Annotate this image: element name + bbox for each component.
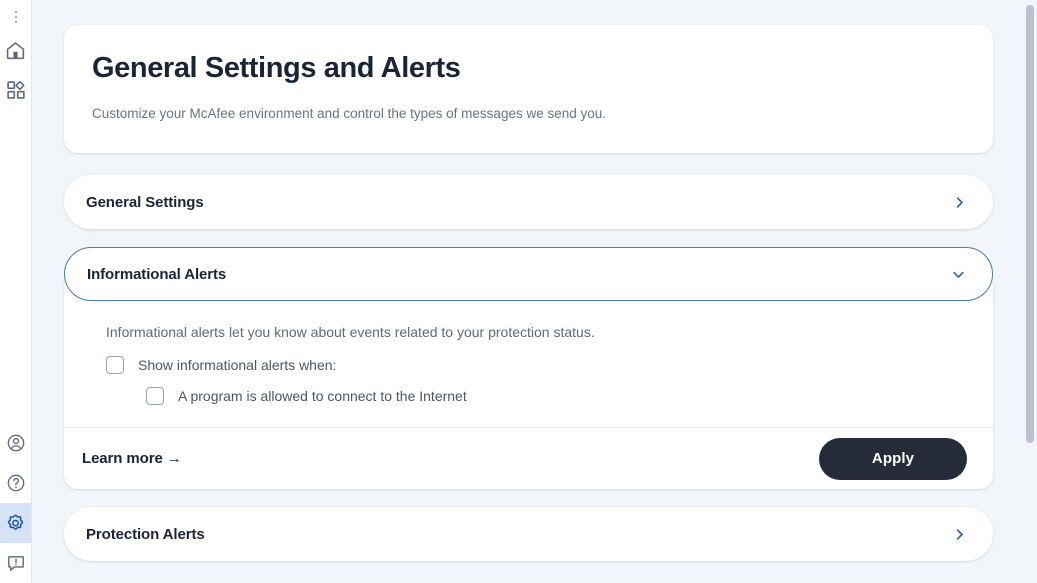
left-sidebar [0, 0, 32, 583]
chevron-right-icon[interactable] [952, 527, 967, 542]
section-informational-alerts: Informational Alerts Informational alert… [64, 247, 993, 489]
sidebar-item-account[interactable] [0, 423, 31, 463]
page-subtitle: Customize your McAfee environment and co… [92, 105, 965, 123]
sidebar-bottom-group [0, 423, 31, 583]
vertical-scrollbar[interactable] [1023, 0, 1037, 583]
feedback-icon [6, 553, 26, 573]
checkbox-program-allowed-internet[interactable] [146, 387, 164, 405]
section-general-settings-label: General Settings [86, 194, 204, 211]
apply-button[interactable]: Apply [819, 438, 967, 480]
apps-grid-icon [6, 80, 26, 100]
home-icon [5, 40, 26, 61]
account-circle-icon [6, 433, 26, 453]
gear-icon [5, 513, 26, 534]
section-informational-alerts-body: Informational alerts let you know about … [64, 273, 993, 489]
sidebar-item-home[interactable] [0, 30, 31, 70]
help-circle-icon [6, 473, 26, 493]
more-menu-button[interactable] [0, 0, 31, 30]
section-protection-alerts[interactable]: Protection Alerts [64, 507, 993, 561]
chevron-right-icon[interactable] [952, 195, 967, 210]
sidebar-item-settings[interactable] [0, 503, 31, 543]
settings-page: General Settings and Alerts Customize yo… [32, 0, 1037, 561]
sidebar-item-feedback[interactable] [0, 543, 31, 583]
informational-alerts-options: Informational alerts let you know about … [64, 301, 993, 427]
section-general-settings[interactable]: General Settings [64, 175, 993, 229]
section-protection-alerts-label: Protection Alerts [86, 526, 205, 543]
checkbox-show-informational-alerts[interactable] [106, 356, 124, 374]
checkbox-label-program-allowed-internet: A program is allowed to connect to the I… [178, 387, 467, 405]
main-content-area: General Settings and Alerts Customize yo… [32, 0, 1037, 583]
checkbox-row-show-informational-alerts[interactable]: Show informational alerts when: [106, 356, 967, 374]
sidebar-top-group [0, 0, 31, 110]
informational-alerts-description: Informational alerts let you know about … [106, 323, 967, 342]
more-menu-icon [15, 10, 17, 25]
checkbox-row-program-allowed-internet[interactable]: A program is allowed to connect to the I… [146, 387, 967, 405]
sidebar-item-apps[interactable] [0, 70, 31, 110]
page-title: General Settings and Alerts [92, 51, 965, 85]
scrollbar-thumb[interactable] [1026, 5, 1034, 443]
sidebar-item-help[interactable] [0, 463, 31, 503]
section-informational-alerts-header[interactable]: Informational Alerts [64, 247, 993, 301]
section-informational-alerts-label: Informational Alerts [87, 266, 226, 283]
checkbox-label-show-informational-alerts: Show informational alerts when: [138, 356, 336, 374]
app-window: General Settings and Alerts Customize yo… [0, 0, 1037, 583]
page-header-card: General Settings and Alerts Customize yo… [64, 25, 993, 153]
learn-more-link[interactable]: Learn more → [82, 450, 182, 467]
informational-alerts-footer: Learn more → Apply [64, 427, 993, 489]
chevron-down-icon[interactable] [951, 267, 966, 282]
